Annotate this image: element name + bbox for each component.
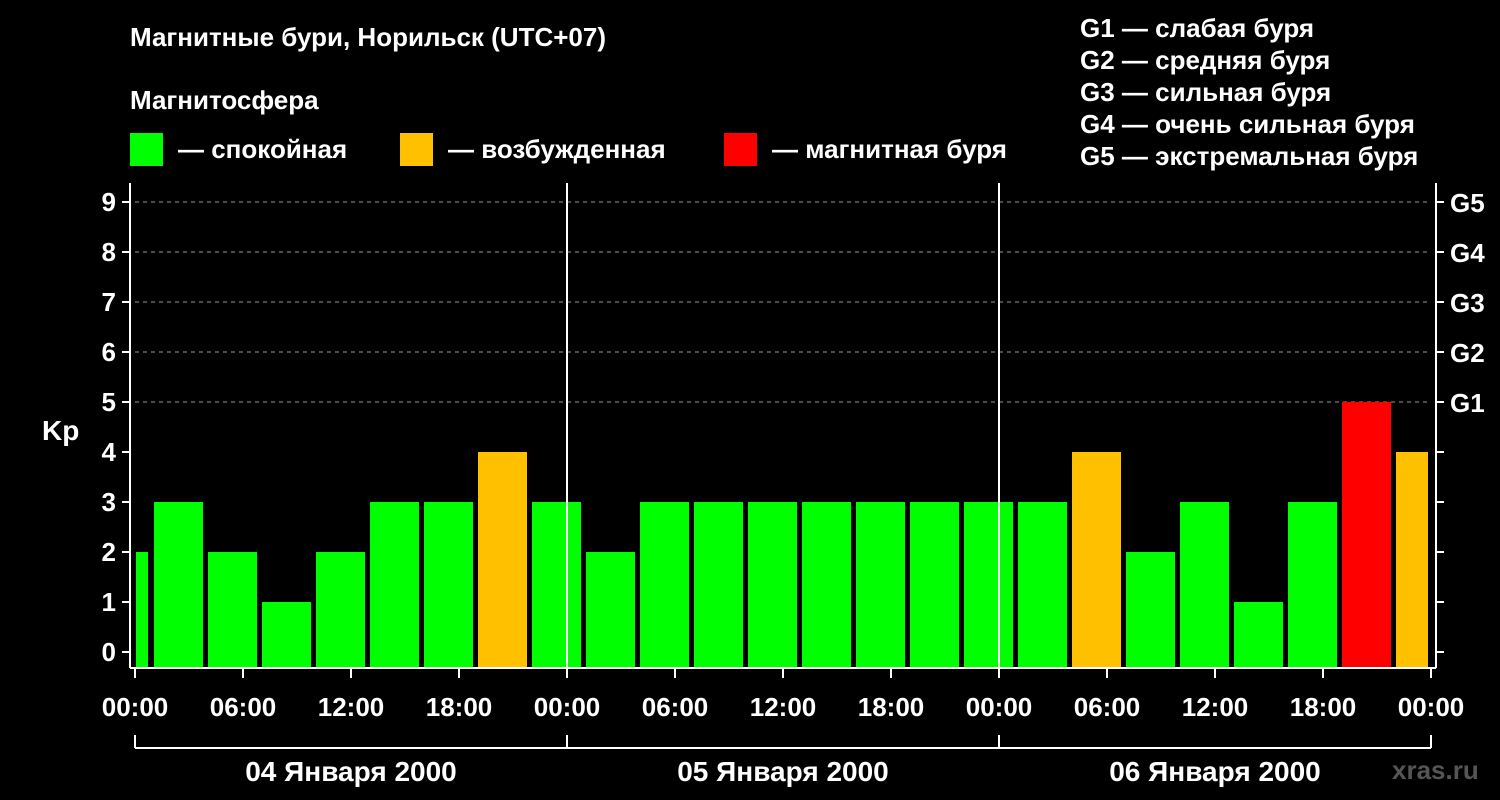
x-tick-label: 18:00: [426, 692, 493, 722]
kp-chart: 0 1 2 3 4 5 6 7 8 9 Kp G1 G2 G3 G4 G5 00:00 06:00 12:00 18:…: [42, 183, 1485, 787]
x-tick-label: 00:00: [966, 692, 1033, 722]
kp-bar: [1396, 452, 1428, 668]
kp-bar: [1180, 502, 1229, 668]
kp-bar: [154, 502, 203, 668]
y-tick-label: 0: [102, 637, 116, 667]
x-tick-label: 12:00: [1182, 692, 1249, 722]
kp-bar: [1126, 552, 1175, 668]
y-axis-label: Kp: [42, 415, 79, 446]
y-tick-label: 9: [102, 187, 116, 217]
x-tick-label: 06:00: [210, 692, 277, 722]
kp-bar: [532, 502, 581, 668]
y-tick-label: 8: [102, 237, 116, 267]
kp-bar: [586, 552, 635, 668]
kp-bar: [1072, 452, 1121, 668]
y-tick-label: 6: [102, 337, 116, 367]
day-label: 05 Января 2000: [677, 756, 889, 787]
g-level-label: G2: [1450, 338, 1485, 368]
y-tick-label: 3: [102, 487, 116, 517]
day-label: 06 Января 2000: [1109, 756, 1321, 787]
x-tick-label: 12:00: [318, 692, 385, 722]
kp-bar: [1288, 502, 1337, 668]
kp-bar: [1342, 402, 1391, 668]
x-tick-label: 00:00: [534, 692, 601, 722]
x-tick-label: 00:00: [102, 692, 169, 722]
kp-bar: [802, 502, 851, 668]
x-tick-label: 00:00: [1398, 692, 1465, 722]
kp-bar: [370, 502, 419, 668]
x-tick-label: 12:00: [750, 692, 817, 722]
x-tick-label: 06:00: [642, 692, 709, 722]
kp-bar: [856, 502, 905, 668]
watermark: xras.ru: [1392, 755, 1479, 785]
kp-bar: [136, 552, 148, 668]
kp-bar: [262, 602, 311, 668]
kp-bar: [478, 452, 527, 668]
kp-bar: [694, 502, 743, 668]
y-tick-label: 2: [102, 537, 116, 567]
kp-bar: [424, 502, 473, 668]
kp-bar: [640, 502, 689, 668]
day-label: 04 Января 2000: [245, 756, 457, 787]
kp-bar: [1234, 602, 1283, 668]
g-level-label: G5: [1450, 188, 1485, 218]
x-tick-label: 06:00: [1074, 692, 1141, 722]
kp-bar: [208, 552, 257, 668]
kp-bar: [748, 502, 797, 668]
y-tick-label: 5: [102, 387, 116, 417]
kp-bar: [316, 552, 365, 668]
kp-bar: [1018, 502, 1067, 668]
x-tick-label: 18:00: [1290, 692, 1357, 722]
g-level-label: G4: [1450, 238, 1485, 268]
kp-bar: [910, 502, 959, 668]
kp-bar: [964, 502, 1013, 668]
x-tick-label: 18:00: [858, 692, 925, 722]
y-tick-label: 4: [102, 437, 117, 467]
y-tick-label: 1: [102, 587, 116, 617]
g-level-label: G1: [1450, 388, 1485, 418]
g-level-label: G3: [1450, 288, 1485, 318]
y-tick-label: 7: [102, 287, 116, 317]
